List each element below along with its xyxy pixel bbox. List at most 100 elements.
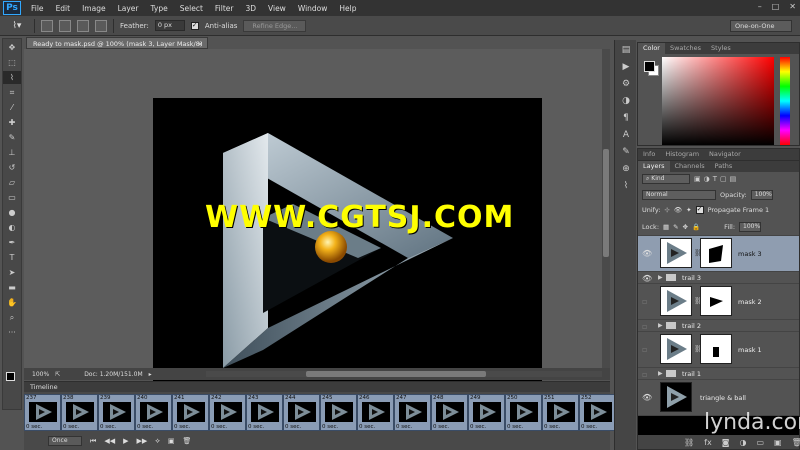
layer-name[interactable]: mask 2 [738,298,762,306]
horizontal-scroll-thumb[interactable] [306,371,486,377]
expand-arrow-icon[interactable]: ▶ [658,370,663,377]
timeline-frame[interactable]: 247 0 sec. [394,394,431,431]
layer-name[interactable]: trail 1 [682,370,701,378]
blend-mode-select[interactable]: Normal [642,190,716,200]
color-picker-field[interactable] [662,57,774,145]
delete-layer-icon[interactable]: 🗑 [792,438,800,447]
tab-channels[interactable]: Channels [670,161,710,172]
clone-source-icon[interactable]: ⊕ [618,162,634,176]
loop-select[interactable]: Once [48,436,82,446]
zoom-level[interactable]: 100% [32,371,49,378]
visibility-eye-icon[interactable]: 👁 [642,274,652,283]
refine-edge-button[interactable]: Refine Edge... [243,19,307,32]
tool-presets-icon[interactable]: ⌇ [618,179,634,193]
menu-type[interactable]: Type [145,4,174,13]
frame-delay[interactable]: 0 sec. [174,424,190,430]
actions-icon[interactable]: ▶ [618,60,634,74]
next-frame-icon[interactable]: ▶▶ [136,437,147,445]
unify-visibility-icon[interactable]: 👁 [674,206,682,214]
layer-name[interactable]: mask 1 [738,346,762,354]
layer-row-mask-3[interactable]: 👁 ⛓ mask 3 [638,235,799,271]
tab-layers[interactable]: Layers [638,161,670,172]
menu-file[interactable]: File [25,4,50,13]
tab-paths[interactable]: Paths [710,161,738,172]
visibility-box-icon[interactable]: ▫ [642,345,647,354]
add-to-selection-icon[interactable] [59,19,71,32]
eyedropper-tool-icon[interactable]: ⁄ [3,101,21,114]
layer-style-icon[interactable]: fx [704,438,712,447]
minimize-button[interactable]: – [758,2,762,11]
layer-group-trail-1[interactable]: ▫ ▶ trail 1 [638,367,799,379]
tab-histogram[interactable]: Histogram [660,149,704,160]
stamp-tool-icon[interactable]: ⊥ [3,146,21,159]
frame-delay[interactable]: 0 sec. [581,424,597,430]
frame-delay[interactable]: 0 sec. [322,424,338,430]
timeline-frame[interactable]: 252 0 sec. [579,394,616,431]
layer-name[interactable]: trail 2 [682,322,701,330]
vertical-scroll-thumb[interactable] [603,149,609,257]
tween-icon[interactable]: ⟡ [155,437,160,446]
antialias-checkbox[interactable] [190,21,199,30]
visibility-box-icon[interactable]: ▫ [642,370,647,379]
hue-slider[interactable] [780,57,790,145]
zoom-tool-icon[interactable]: ⌕ [3,311,21,324]
more-tools-icon[interactable]: ··· [3,326,21,339]
fill-input[interactable]: 100% [739,222,762,232]
frame-delay[interactable]: 0 sec. [248,424,264,430]
new-layer-icon[interactable]: ▣ [774,438,782,447]
tab-navigator[interactable]: Navigator [704,149,746,160]
character-icon[interactable]: A [618,128,634,142]
visibility-eye-icon[interactable]: 👁 [642,249,652,258]
timeline-frame[interactable]: 237 0 sec. [24,394,61,431]
eraser-tool-icon[interactable]: ▱ [3,176,21,189]
menu-window[interactable]: Window [292,4,334,13]
menu-layer[interactable]: Layer [112,4,145,13]
unify-style-icon[interactable]: ✦ [686,206,691,214]
timeline-frame[interactable]: 238 0 sec. [61,394,98,431]
timeline-frame[interactable]: 249 0 sec. [468,394,505,431]
frame-delay[interactable]: 0 sec. [211,424,227,430]
tab-info[interactable]: Info [638,149,660,160]
frame-delay[interactable]: 0 sec. [433,424,449,430]
timeline-frame[interactable]: 248 0 sec. [431,394,468,431]
menu-edit[interactable]: Edit [50,4,77,13]
maximize-button[interactable]: □ [772,2,780,11]
menu-image[interactable]: Image [76,4,112,13]
first-frame-icon[interactable]: ⏮ [90,437,96,446]
new-group-icon[interactable]: ▭ [756,438,764,447]
delete-frame-icon[interactable]: 🗑 [183,437,192,445]
frame-delay[interactable]: 0 sec. [26,424,42,430]
tab-styles[interactable]: Styles [706,43,736,54]
propagate-checkbox[interactable] [695,205,704,214]
layer-name[interactable]: mask 3 [738,250,762,258]
dodge-tool-icon[interactable]: ◐ [3,221,21,234]
timeline-frame[interactable]: 239 0 sec. [98,394,135,431]
layer-mask-thumbnail[interactable] [700,334,732,364]
frame-delay[interactable]: 0 sec. [396,424,412,430]
timeline-frame[interactable]: 242 0 sec. [209,394,246,431]
frame-delay[interactable]: 0 sec. [63,424,79,430]
foreground-color-swatch[interactable] [6,372,15,381]
expand-arrow-icon[interactable]: ▶ [658,274,663,281]
type-tool-icon[interactable]: T [3,251,21,264]
new-selection-icon[interactable] [41,19,53,32]
menu-3d[interactable]: 3D [239,4,262,13]
pixel-filter-icon[interactable]: ▣ [694,175,701,183]
timeline-frame[interactable]: 241 0 sec. [172,394,209,431]
doc-size[interactable]: Doc: 1.20M/151.0M [84,371,142,378]
horizontal-scrollbar[interactable] [206,371,602,377]
vertical-scrollbar[interactable] [602,49,610,368]
intersect-selection-icon[interactable] [95,19,107,32]
menu-help[interactable]: Help [333,4,362,13]
adjustment-layer-icon[interactable]: ◑ [739,438,746,447]
blur-tool-icon[interactable]: ● [3,206,21,219]
layer-name[interactable]: triangle & ball [700,394,746,402]
document-tab[interactable]: Ready to mask.psd @ 100% (mask 3, Layer … [26,37,208,60]
frame-delay[interactable]: 0 sec. [470,424,486,430]
timeline-frame[interactable]: 246 0 sec. [357,394,394,431]
timeline-frame[interactable]: 251 0 sec. [542,394,579,431]
layer-name[interactable]: trail 3 [682,274,701,282]
shape-filter-icon[interactable]: ▢ [720,175,727,183]
menu-select[interactable]: Select [174,4,209,13]
expand-arrow-icon[interactable]: ▶ [658,322,663,329]
